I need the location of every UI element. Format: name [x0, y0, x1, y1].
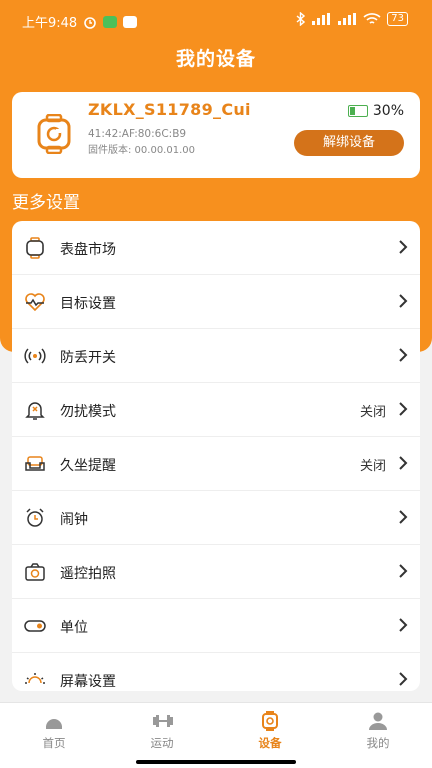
home-indicator: [0, 758, 432, 768]
settings-item-remote-camera[interactable]: 遥控拍照: [12, 545, 420, 599]
brightness-icon: [25, 673, 45, 684]
settings-list: 表盘市场 目标设置 防丢开关 勿扰模式 关闭 久坐提醒 关闭 闹钟 遥控拍照 单…: [12, 221, 420, 691]
firmware-version: 固件版本: 00.00.01.00: [88, 145, 195, 156]
chevron-right-icon: [399, 294, 408, 308]
toggle-icon: [24, 620, 46, 632]
device-battery: 30%: [347, 103, 404, 119]
bell-off-icon: [25, 402, 45, 420]
settings-item-watch-face[interactable]: 表盘市场: [12, 221, 420, 275]
settings-item-anti-lost[interactable]: 防丢开关: [12, 329, 420, 383]
unbind-device-button[interactable]: 解绑设备: [294, 130, 404, 156]
settings-item-label: 屏幕设置: [60, 674, 116, 690]
tab-device[interactable]: 设备: [216, 703, 324, 759]
tab-label: 运动: [150, 736, 174, 750]
tab-label: 设备: [258, 736, 282, 750]
settings-item-label: 久坐提醒: [60, 458, 116, 474]
camera-icon: [25, 563, 45, 581]
settings-item-label: 闹钟: [60, 512, 88, 528]
status-time: 上午9:48: [22, 16, 78, 31]
app-notification-icon: [103, 15, 118, 28]
tab-label: 我的: [366, 736, 390, 750]
settings-item-label: 防丢开关: [60, 350, 116, 366]
bluetooth-icon: [296, 12, 306, 26]
chevron-right-icon: [399, 510, 408, 524]
tab-me[interactable]: 我的: [324, 703, 432, 759]
cell-signal-icon: [312, 13, 331, 25]
cell-signal-icon-2: [338, 13, 357, 25]
dumbbell-icon: [153, 715, 173, 727]
watch-icon: [262, 711, 278, 731]
section-title: 更多设置: [12, 193, 80, 213]
page-title: 我的设备: [175, 48, 256, 70]
sofa-icon: [25, 456, 45, 471]
settings-item-do-not-disturb[interactable]: 勿扰模式 关闭: [12, 383, 420, 437]
chevron-right-icon: [399, 456, 408, 470]
device-mac: 41:42:AF:80:6C:B9: [88, 128, 187, 140]
watch-icon: [37, 114, 71, 154]
settings-item-label: 勿扰模式: [60, 404, 116, 420]
settings-item-label: 目标设置: [60, 296, 116, 312]
tab-home[interactable]: 首页: [0, 703, 108, 759]
settings-item-label: 遥控拍照: [60, 566, 116, 582]
device-name: ZKLX_S11789_Cui: [88, 100, 251, 119]
chevron-right-icon: [399, 672, 408, 686]
chevron-right-icon: [399, 348, 408, 362]
settings-item-screen[interactable]: 屏幕设置: [12, 653, 420, 691]
bottom-tab-bar: 首页 运动 设备 我的: [0, 702, 432, 759]
chevron-right-icon: [399, 402, 408, 416]
settings-item-unit[interactable]: 单位: [12, 599, 420, 653]
settings-item-value: 关闭: [359, 405, 386, 420]
watch-face-icon: [26, 237, 44, 259]
home-icon: [46, 719, 62, 729]
alarm-clock-icon: [26, 508, 44, 527]
settings-item-label: 单位: [60, 620, 88, 636]
heart-rate-icon: [25, 293, 45, 312]
chevron-right-icon: [399, 618, 408, 632]
battery-percent: 30%: [372, 103, 404, 119]
wifi-icon: [363, 12, 381, 24]
settings-item-value: 关闭: [359, 459, 386, 474]
tab-sport[interactable]: 运动: [108, 703, 216, 759]
settings-item-goal[interactable]: 目标设置: [12, 275, 420, 329]
tab-label: 首页: [42, 736, 66, 750]
chevron-right-icon: [399, 564, 408, 578]
app-notification-icon-2: [123, 15, 138, 28]
battery-icon: [347, 105, 368, 117]
alarm-status-icon: [84, 16, 97, 29]
chevron-right-icon: [399, 240, 408, 254]
battery-status: 73: [387, 12, 408, 26]
status-bar: 上午9:48 73: [0, 0, 432, 40]
settings-item-sedentary-reminder[interactable]: 久坐提醒 关闭: [12, 437, 420, 491]
signal-icon: [24, 348, 46, 364]
settings-item-alarm[interactable]: 闹钟: [12, 491, 420, 545]
user-icon: [369, 712, 387, 730]
device-card[interactable]: ZKLX_S11789_Cui 41:42:AF:80:6C:B9 固件版本: …: [12, 92, 420, 178]
settings-item-label: 表盘市场: [60, 242, 116, 258]
